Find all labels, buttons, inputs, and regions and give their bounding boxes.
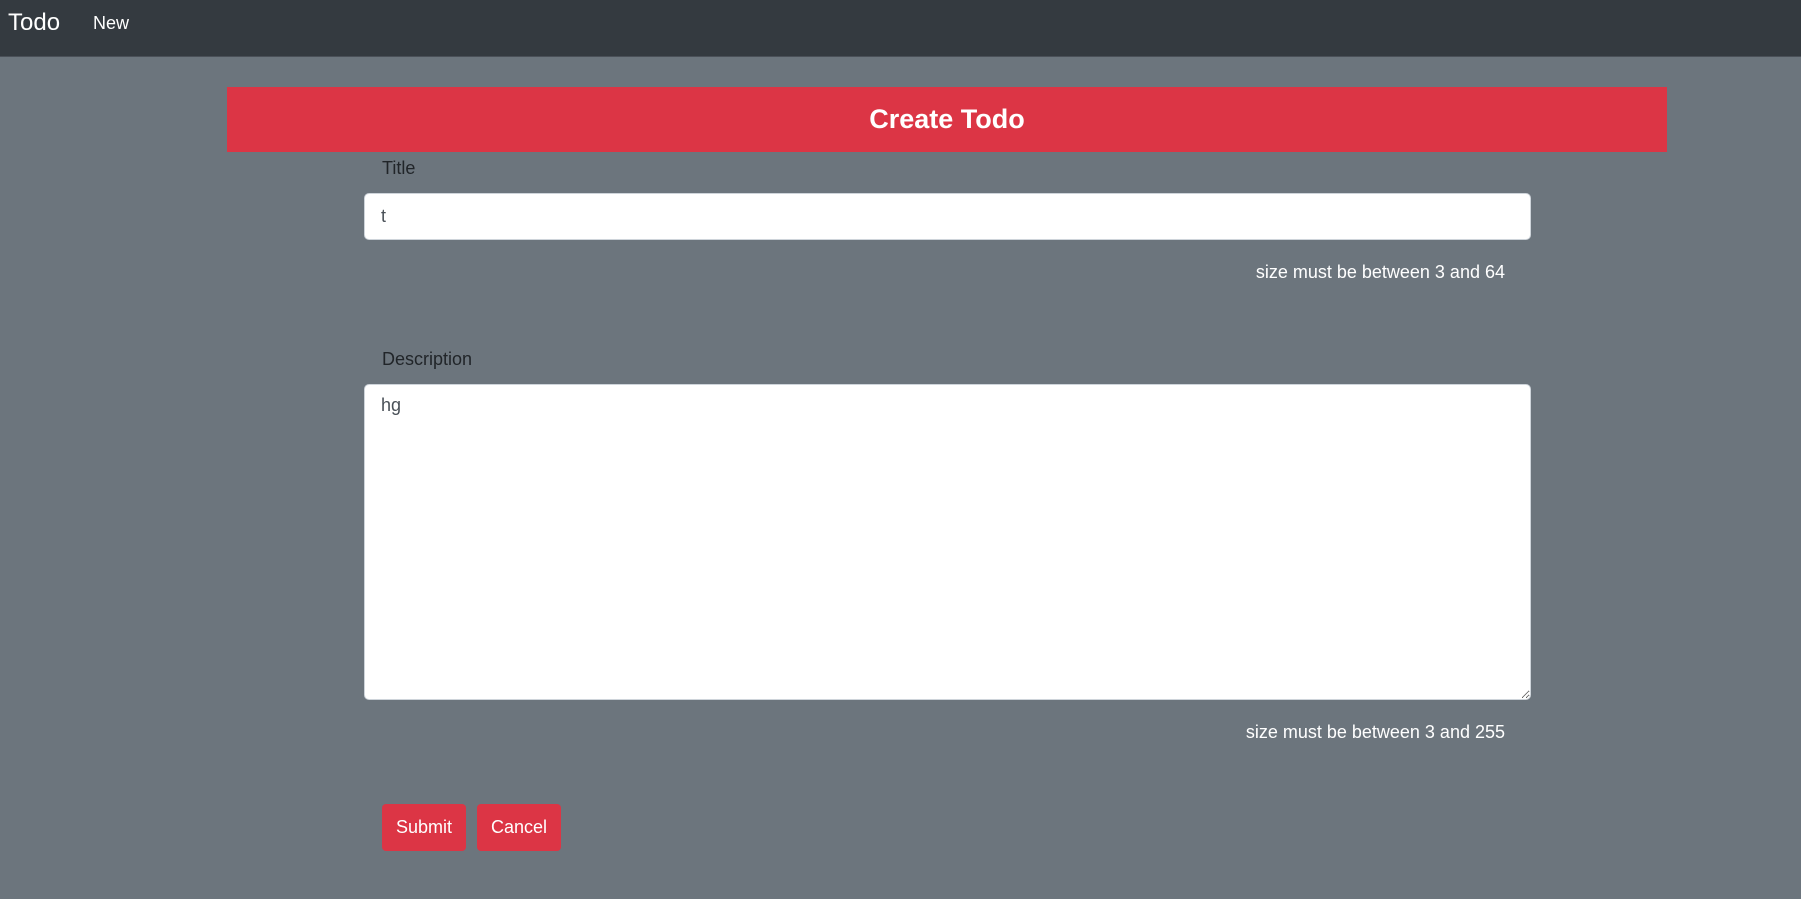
description-error: size must be between 3 and 255: [1245, 722, 1505, 742]
navbar: Todo New: [0, 0, 1801, 57]
cancel-button[interactable]: Cancel: [477, 804, 562, 851]
nav-link-new[interactable]: New: [93, 13, 129, 34]
description-textarea[interactable]: hg: [364, 384, 1531, 700]
brand-link[interactable]: Todo: [8, 9, 60, 37]
page-title: Create Todo: [227, 87, 1667, 152]
title-error: size must be between 3 and 64: [1255, 262, 1505, 282]
description-label: Description: [382, 349, 473, 369]
submit-button[interactable]: Submit: [382, 804, 467, 851]
title-input[interactable]: [364, 193, 1531, 240]
title-label: Title: [382, 158, 416, 178]
